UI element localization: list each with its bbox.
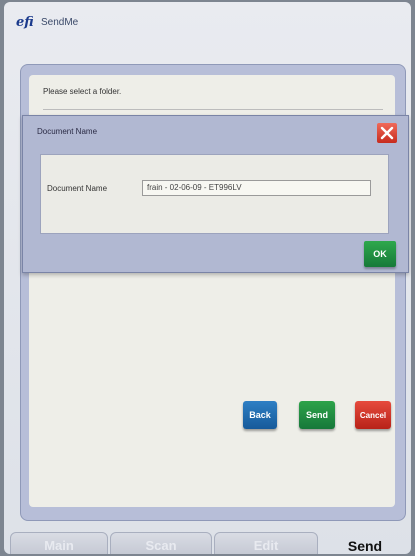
document-name-field[interactable]: frain - 02-06-09 - ET996LV bbox=[142, 180, 371, 196]
app-title: SendMe bbox=[41, 17, 79, 28]
back-button[interactable]: Back bbox=[243, 401, 277, 429]
tab-bar: Main Scan Edit Send bbox=[4, 528, 411, 554]
document-name-label: Document Name bbox=[47, 184, 108, 193]
divider bbox=[43, 109, 383, 110]
tab-main[interactable]: Main bbox=[10, 532, 108, 554]
tab-scan[interactable]: Scan bbox=[110, 532, 212, 554]
send-button[interactable]: Send bbox=[299, 401, 335, 429]
folder-prompt: Please select a folder. bbox=[43, 87, 122, 96]
close-button[interactable] bbox=[377, 123, 397, 143]
header-bar: efi SendMe bbox=[4, 2, 411, 46]
document-name-dialog: Document Name Document Name frain - 02-0… bbox=[22, 115, 409, 273]
device-screen: efi SendMe Please select a folder. Back … bbox=[4, 2, 411, 554]
tab-edit[interactable]: Edit bbox=[214, 532, 318, 554]
dialog-title: Document Name bbox=[37, 127, 98, 136]
dialog-body: Document Name frain - 02-06-09 - ET996LV bbox=[40, 154, 389, 234]
close-icon bbox=[380, 126, 394, 140]
efi-logo: efi bbox=[16, 15, 34, 30]
ok-button[interactable]: OK bbox=[364, 241, 396, 267]
cancel-button[interactable]: Cancel bbox=[355, 401, 391, 429]
tab-send[interactable]: Send bbox=[322, 534, 408, 554]
